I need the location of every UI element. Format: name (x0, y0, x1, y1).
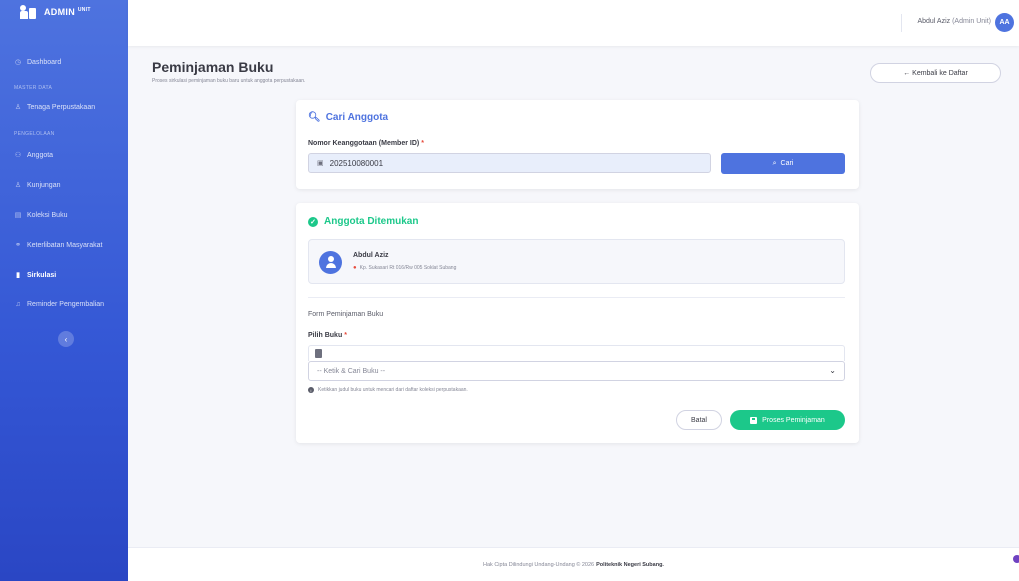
check-circle-icon: ✓ (308, 216, 318, 227)
brand-logo-icon (20, 5, 36, 19)
info-icon: i (308, 387, 314, 393)
user-name: Abdul Aziz (917, 18, 951, 25)
gauge-icon: ◷ (14, 59, 22, 66)
book-select-addon (308, 345, 845, 361)
chevron-left-icon: ‹ (64, 334, 68, 344)
brand-text: ADMIN UNIT (44, 7, 91, 17)
sidebar-item-reminder-pengembalian[interactable]: ♫ Reminder Pengembalian (0, 293, 128, 315)
member-id-label-text: Nomor Keanggotaan (Member ID) (308, 140, 420, 147)
sidebar-toggle-button[interactable]: ‹ (58, 331, 74, 347)
bell-icon: ♫ (15, 300, 21, 308)
sidebar-item-label: Dashboard (27, 58, 62, 66)
sidebar-item-label: Koleksi Buku (27, 211, 68, 219)
floating-widget-icon[interactable] (1013, 555, 1019, 563)
user-tie-icon: ♙ (14, 104, 22, 111)
sidebar-item-koleksi-buku[interactable]: ▤ Koleksi Buku (0, 204, 128, 226)
sidebar-item-label: Keterlibatan Masyarakat (27, 241, 103, 249)
topbar: Abdul Aziz (Admin Unit) AA (128, 0, 1019, 46)
section-divider (308, 297, 845, 298)
member-found-title: ✓ Anggota Ditemukan (308, 216, 418, 227)
sidebar-heading-master-data: MASTER DATA (14, 85, 53, 91)
book-select-label: Pilih Buku * (308, 332, 347, 339)
process-borrow-label: Proses Peminjaman (762, 416, 825, 424)
brand[interactable]: ADMIN UNIT (0, 0, 128, 24)
search-card-title-text: Cari Anggota (325, 112, 389, 123)
sidebar-item-dashboard[interactable]: ◷ Dashboard (0, 51, 128, 73)
book-select-label-text: Pilih Buku (308, 332, 343, 339)
search-card-title: 🔍︎ Cari Anggota (308, 112, 388, 123)
topbar-divider (901, 14, 902, 32)
handshake-icon: ⚭ (15, 242, 21, 249)
member-found-card: ✓ Anggota Ditemukan Abdul Aziz ● Kp. Suk… (296, 203, 859, 443)
member-id-label: Nomor Keanggotaan (Member ID) * (308, 140, 424, 147)
member-id-value: 202510080001 (329, 158, 384, 168)
search-button-label: Cari (780, 160, 794, 167)
book-select-placeholder: -- Ketik & Cari Buku -- (317, 367, 386, 375)
sidebar-item-anggota[interactable]: ⚇ Anggota (0, 144, 128, 166)
required-mark: * (344, 332, 347, 339)
sidebar-heading-pengelolaan: PENGELOLAAN (14, 131, 55, 137)
sidebar-item-keterlibatan-masyarakat[interactable]: ⚭ Keterlibatan Masyarakat (0, 234, 128, 256)
save-icon (750, 416, 758, 424)
search-icon: 🔍︎ (308, 112, 321, 123)
back-to-list-button[interactable]: ← Kembali ke Daftar (870, 63, 1001, 83)
search-button[interactable]: ⌕ Cari (721, 153, 845, 174)
id-card-icon: ▣ (317, 160, 324, 167)
book-icon (315, 349, 322, 358)
member-address: ● Kp. Sukasari Rt 016/Rw 005 Soklat Suba… (353, 265, 456, 271)
member-avatar-icon (319, 251, 342, 274)
search-member-card: 🔍︎ Cari Anggota Nomor Keanggotaan (Membe… (296, 100, 859, 189)
search-icon: ⌕ (772, 159, 777, 167)
users-icon: ⚇ (14, 152, 22, 159)
footer-text: Hak Cipta Dilindungi Undang-Undang © 202… (483, 561, 595, 568)
sidebar-item-sirkulasi[interactable]: ▮ Sirkulasi (0, 264, 128, 286)
member-name: Abdul Aziz (353, 252, 389, 259)
brand-sup: UNIT (77, 7, 91, 13)
brand-name: ADMIN (44, 7, 75, 17)
footer: Hak Cipta Dilindungi Undang-Undang © 202… (128, 547, 1019, 581)
user-menu-label[interactable]: Abdul Aziz (Admin Unit) (917, 18, 991, 25)
avatar[interactable]: AA (995, 13, 1014, 32)
member-found-title-text: Anggota Ditemukan (324, 216, 419, 227)
sidebar-item-label: Anggota (27, 151, 54, 159)
book-select-hint: i Ketikkan judul buku untuk mencari dari… (308, 387, 468, 393)
map-pin-icon: ● (353, 265, 357, 271)
sidebar-item-tenaga-perpustakaan[interactable]: ♙ Tenaga Perpustakaan (0, 96, 128, 118)
sidebar-item-label: Kunjungan (27, 181, 61, 189)
sidebar-item-kunjungan[interactable]: ♙ Kunjungan (0, 174, 128, 196)
process-borrow-button[interactable]: Proses Peminjaman (730, 410, 845, 430)
sidebar: ADMIN UNIT ◷ Dashboard MASTER DATA ♙ Ten… (0, 0, 128, 581)
page-subtitle: Proses sirkulasi peminjaman buku baru un… (152, 78, 306, 84)
book-select[interactable]: -- Ketik & Cari Buku -- ⌄ (308, 361, 845, 381)
sidebar-item-label: Reminder Pengembalian (27, 300, 105, 308)
cancel-button[interactable]: Batal (676, 410, 722, 430)
chevron-down-icon: ⌄ (829, 366, 836, 375)
required-mark: * (421, 140, 424, 147)
sidebar-item-label: Sirkulasi (27, 271, 57, 279)
book-open-icon: ▮ (16, 272, 20, 279)
walking-icon: ♙ (14, 182, 22, 189)
user-role: (Admin Unit) (952, 18, 991, 25)
footer-org: Politeknik Negeri Subang. (596, 561, 664, 568)
book-select-hint-text: Ketikkan judul buku untuk mencari dari d… (318, 387, 468, 393)
book-icon: ▤ (14, 212, 22, 219)
page-title: Peminjaman Buku (152, 59, 274, 75)
member-info-box: Abdul Aziz ● Kp. Sukasari Rt 016/Rw 005 … (308, 239, 845, 284)
member-id-input[interactable]: ▣ 202510080001 (308, 153, 711, 173)
sidebar-item-label: Tenaga Perpustakaan (27, 103, 96, 111)
member-address-text: Kp. Sukasari Rt 016/Rw 005 Soklat Subang (359, 265, 457, 271)
borrow-form-title: Form Peminjaman Buku (308, 311, 384, 318)
